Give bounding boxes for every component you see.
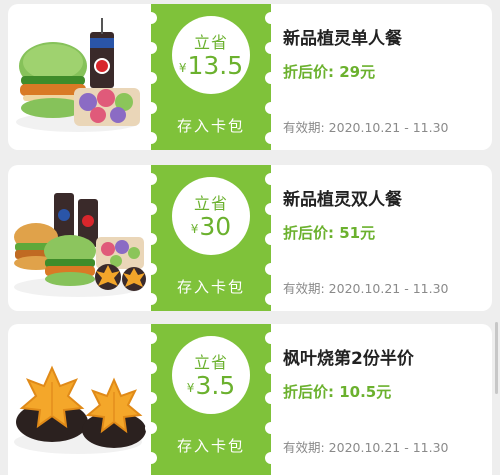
coupon-card[interactable]: 立省 ¥3.5 存入卡包 枫叶烧第2份半价 折后价: 10.5元 有效期: 20… — [8, 324, 492, 475]
coupon-title: 新品植灵双人餐 — [283, 190, 402, 210]
discount-badge: 立省 ¥3.5 — [172, 336, 250, 414]
notch — [145, 392, 157, 404]
notch — [265, 203, 277, 215]
notch — [145, 332, 157, 344]
notch — [265, 72, 277, 84]
burger-combo-double-image — [8, 165, 148, 311]
price-label: 折后价: — [283, 63, 340, 81]
discounted-price: 折后价: 29元 — [283, 61, 375, 82]
notch — [145, 12, 157, 24]
discount-badge: 立省 ¥30 — [172, 177, 250, 255]
notch — [145, 42, 157, 54]
coupon-title: 新品植灵单人餐 — [283, 29, 402, 49]
notch — [145, 203, 157, 215]
scrollbar[interactable] — [495, 322, 498, 394]
notch — [265, 233, 277, 245]
notch — [145, 173, 157, 185]
save-label: 立省 — [193, 33, 228, 52]
save-label: 立省 — [193, 194, 228, 213]
currency-symbol: ¥ — [190, 222, 199, 236]
discount-badge: 立省 ¥13.5 — [172, 16, 250, 94]
notch — [265, 422, 277, 434]
discounted-price: 折后价: 51元 — [283, 222, 375, 243]
save-amount: ¥3.5 — [172, 371, 250, 400]
price-value: 10.5元 — [339, 383, 392, 401]
coupon-list: 立省 ¥13.5 存入卡包 新品植灵单人餐 折后价: 29元 有效期: 2020… — [0, 0, 500, 475]
notch — [145, 263, 157, 275]
notch — [265, 102, 277, 114]
coupon-title: 枫叶烧第2份半价 — [283, 349, 414, 369]
price-value: 29元 — [339, 63, 376, 81]
coupon-stub: 立省 ¥30 存入卡包 — [145, 165, 277, 311]
store-to-wallet-button[interactable]: 存入卡包 — [151, 276, 271, 297]
coupon-stub: 立省 ¥13.5 存入卡包 — [145, 4, 277, 150]
price-label: 折后价: — [283, 383, 340, 401]
validity-period: 有效期: 2020.10.21 - 11.30 — [283, 440, 449, 455]
notch — [265, 12, 277, 24]
notch — [265, 392, 277, 404]
price-value: 51元 — [339, 224, 376, 242]
notch — [145, 422, 157, 434]
amount-value: 30 — [199, 212, 232, 241]
coupon-info: 新品植灵单人餐 折后价: 29元 有效期: 2020.10.21 - 11.30 — [283, 4, 484, 150]
validity-period: 有效期: 2020.10.21 - 11.30 — [283, 120, 449, 135]
coupon-stub: 立省 ¥3.5 存入卡包 — [145, 324, 277, 475]
amount-value: 3.5 — [195, 371, 236, 400]
maple-leaf-cakes-image — [8, 324, 148, 475]
discounted-price: 折后价: 10.5元 — [283, 381, 391, 402]
currency-symbol: ¥ — [186, 381, 195, 395]
notch — [145, 72, 157, 84]
save-amount: ¥30 — [172, 212, 250, 241]
notch — [265, 332, 277, 344]
amount-value: 13.5 — [187, 51, 244, 80]
coupon-info: 枫叶烧第2份半价 折后价: 10.5元 有效期: 2020.10.21 - 11… — [283, 324, 484, 475]
notch — [265, 173, 277, 185]
currency-symbol: ¥ — [178, 61, 187, 75]
notch — [145, 102, 157, 114]
price-label: 折后价: — [283, 224, 340, 242]
coupon-card[interactable]: 立省 ¥13.5 存入卡包 新品植灵单人餐 折后价: 29元 有效期: 2020… — [8, 4, 492, 150]
notch — [265, 362, 277, 374]
notch — [145, 233, 157, 245]
coupon-card[interactable]: 立省 ¥30 存入卡包 新品植灵双人餐 折后价: 51元 有效期: 2020.1… — [8, 165, 492, 311]
burger-combo-single-image — [8, 4, 148, 150]
store-to-wallet-button[interactable]: 存入卡包 — [151, 115, 271, 136]
store-to-wallet-button[interactable]: 存入卡包 — [151, 435, 271, 456]
save-amount: ¥13.5 — [172, 51, 250, 80]
save-label: 立省 — [193, 353, 228, 372]
validity-period: 有效期: 2020.10.21 - 11.30 — [283, 281, 449, 296]
notch — [265, 263, 277, 275]
coupon-info: 新品植灵双人餐 折后价: 51元 有效期: 2020.10.21 - 11.30 — [283, 165, 484, 311]
notch — [145, 362, 157, 374]
notch — [265, 42, 277, 54]
